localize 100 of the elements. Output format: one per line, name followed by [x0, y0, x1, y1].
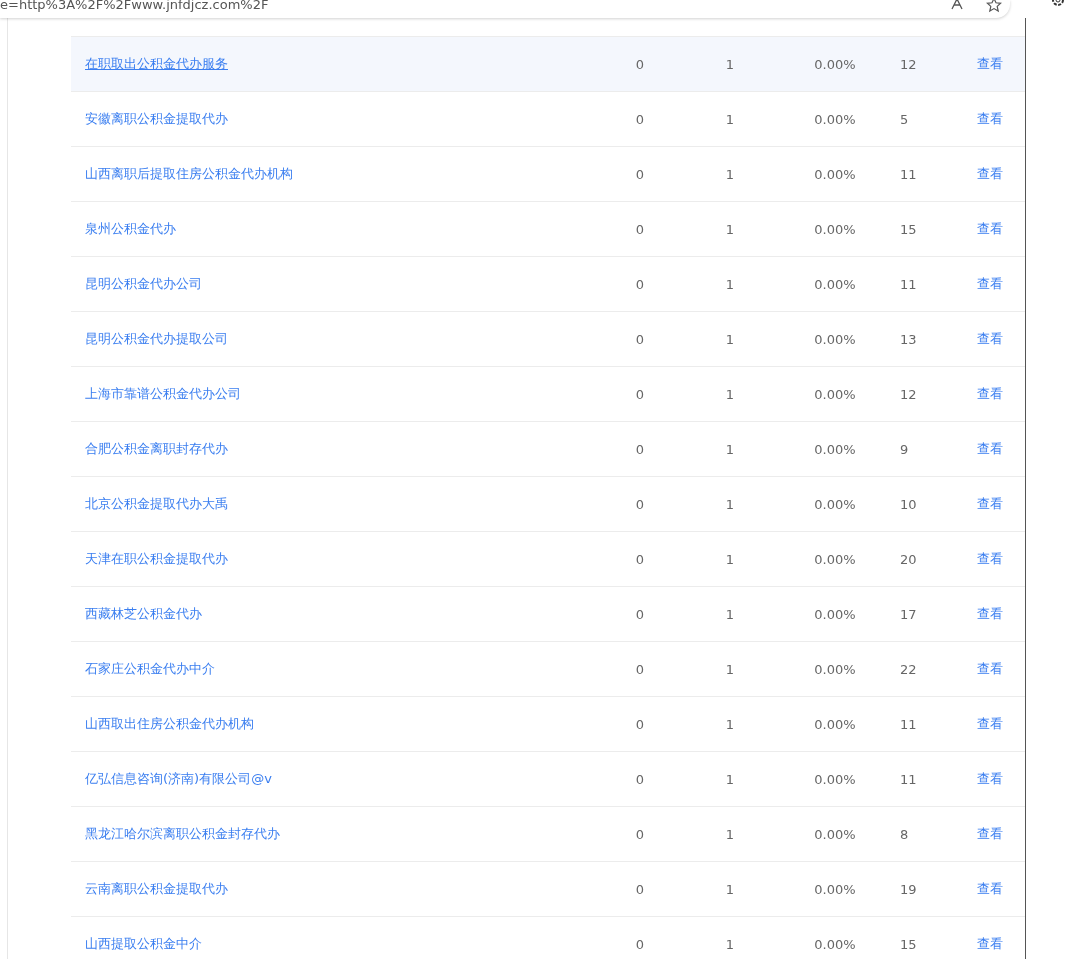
- keyword-link[interactable]: 安徽离职公积金提取代办: [85, 110, 228, 128]
- table-cell: 0: [635, 771, 645, 787]
- view-link[interactable]: 查看: [977, 715, 1003, 733]
- table-cell: 0.00%: [814, 771, 856, 787]
- table-cell: 22: [900, 661, 917, 677]
- table-cell: 0.00%: [814, 936, 856, 952]
- keyword-link[interactable]: 北京公积金提取代办大禹: [85, 495, 228, 513]
- table-cell: 0: [635, 221, 645, 237]
- keyword-link[interactable]: 石家庄公积金代办中介: [85, 660, 215, 678]
- table-cell: 0: [635, 936, 645, 952]
- table-cell: 0: [635, 441, 645, 457]
- keyword-link[interactable]: 黑龙江哈尔滨离职公积金封存代办: [85, 825, 280, 843]
- view-link[interactable]: 查看: [977, 935, 1003, 953]
- table-cell: 15: [900, 221, 917, 237]
- table-cell: 20: [900, 551, 917, 567]
- keyword-link[interactable]: 上海市靠谱公积金代办公司: [85, 385, 241, 403]
- view-link[interactable]: 查看: [977, 55, 1003, 73]
- table-cell: 0.00%: [814, 166, 856, 182]
- view-link[interactable]: 查看: [977, 165, 1003, 183]
- table-cell: 17: [900, 606, 917, 622]
- keyword-link[interactable]: 山西离职后提取住房公积金代办机构: [85, 165, 293, 183]
- view-link[interactable]: 查看: [977, 660, 1003, 678]
- view-link[interactable]: 查看: [977, 495, 1003, 513]
- table-cell: 0: [635, 661, 645, 677]
- view-link[interactable]: 查看: [977, 825, 1003, 843]
- table-cell: 0.00%: [814, 441, 856, 457]
- view-link[interactable]: 查看: [977, 880, 1003, 898]
- keyword-link[interactable]: 山西提取公积金中介: [85, 935, 202, 953]
- table-cell: 1: [725, 331, 735, 347]
- table-cell: 0: [635, 386, 645, 402]
- table-cell: 1: [725, 716, 735, 732]
- table-cell: 1: [725, 166, 735, 182]
- table-cell: 12: [900, 56, 917, 72]
- table-cell: 0: [635, 606, 645, 622]
- table-cell: 9: [900, 441, 909, 457]
- view-link[interactable]: 查看: [977, 330, 1003, 348]
- table-cell: 0.00%: [814, 276, 856, 292]
- keyword-link[interactable]: 云南离职公积金提取代办: [85, 880, 228, 898]
- table-cell: 0.00%: [814, 661, 856, 677]
- table-cell: 0: [635, 276, 645, 292]
- table-cell: 11: [900, 166, 917, 182]
- table-cell: 12: [900, 386, 917, 402]
- table-cell: 0.00%: [814, 551, 856, 567]
- keyword-link[interactable]: 昆明公积金代办提取公司: [85, 330, 228, 348]
- table-cell: 0.00%: [814, 386, 856, 402]
- table-cell: 0: [635, 551, 645, 567]
- keyword-link[interactable]: 在职取出公积金代办服务: [85, 55, 228, 73]
- view-link[interactable]: 查看: [977, 605, 1003, 623]
- table-cell: 1: [725, 56, 735, 72]
- keyword-link[interactable]: 合肥公积金离职封存代办: [85, 440, 228, 458]
- table-cell: 0: [635, 716, 645, 732]
- keyword-link[interactable]: 山西取出住房公积金代办机构: [85, 715, 254, 733]
- table-cell: 1: [725, 496, 735, 512]
- table-cell: 1: [725, 881, 735, 897]
- table-cell: 0: [635, 331, 645, 347]
- table-cell: 1: [725, 441, 735, 457]
- keyword-link[interactable]: 天津在职公积金提取代办: [85, 550, 228, 568]
- star-icon[interactable]: [986, 0, 1002, 13]
- table-cell: 1: [725, 936, 735, 952]
- keyword-link[interactable]: 西藏林芝公积金代办: [85, 605, 202, 623]
- table-cell: 15: [900, 936, 917, 952]
- table-cell: 0: [635, 826, 645, 842]
- table-cell: 13: [900, 331, 917, 347]
- table-cell: 1: [725, 276, 735, 292]
- view-link[interactable]: 查看: [977, 275, 1003, 293]
- table-cell: 1: [725, 606, 735, 622]
- table-cell: 1: [725, 111, 735, 127]
- table-cell: 0.00%: [814, 606, 856, 622]
- table-cell: 0.00%: [814, 56, 856, 72]
- table-cell: 0: [635, 881, 645, 897]
- table-cell: 1: [725, 551, 735, 567]
- view-link[interactable]: 查看: [977, 220, 1003, 238]
- table-cell: 1: [725, 386, 735, 402]
- table-cell: 11: [900, 771, 917, 787]
- table-cell: 8: [900, 826, 909, 842]
- table-cell: 0.00%: [814, 331, 856, 347]
- view-link[interactable]: 查看: [977, 440, 1003, 458]
- table-cell: 11: [900, 276, 917, 292]
- table-cell: 5: [900, 111, 909, 127]
- table-cell: 19: [900, 881, 917, 897]
- keyword-link[interactable]: 昆明公积金代办公司: [85, 275, 202, 293]
- view-link[interactable]: 查看: [977, 770, 1003, 788]
- view-link[interactable]: 查看: [977, 110, 1003, 128]
- table-cell: 1: [725, 221, 735, 237]
- keyword-link[interactable]: 亿弘信息咨询(济南)有限公司@v: [85, 770, 272, 788]
- table-cell: 1: [725, 826, 735, 842]
- table-cell: 1: [725, 771, 735, 787]
- table-cell: 0: [635, 166, 645, 182]
- table-cell: 11: [900, 716, 917, 732]
- reader-icon[interactable]: [950, 0, 964, 11]
- table-cell: 0: [635, 496, 645, 512]
- view-link[interactable]: 查看: [977, 550, 1003, 568]
- table-cell: 0.00%: [814, 496, 856, 512]
- view-link[interactable]: 查看: [977, 385, 1003, 403]
- table-cell: 0: [635, 111, 645, 127]
- table-cell: 0.00%: [814, 221, 856, 237]
- table-cell: 1: [725, 661, 735, 677]
- table-cell: 0: [635, 56, 645, 72]
- table-cell: 0.00%: [814, 826, 856, 842]
- keyword-link[interactable]: 泉州公积金代办: [85, 220, 176, 238]
